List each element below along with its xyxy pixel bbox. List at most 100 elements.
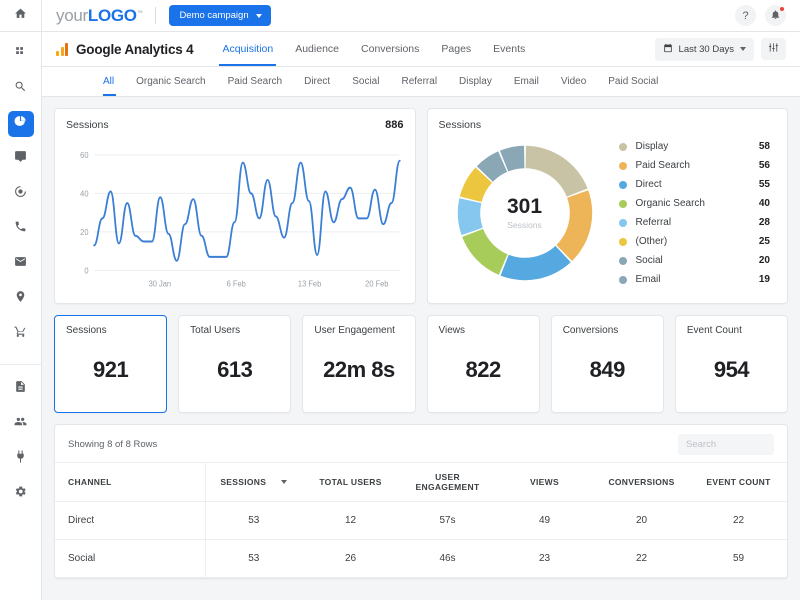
gear-icon xyxy=(14,485,27,503)
channels-table-card: Showing 8 of 8 Rows Search CHANNEL SESSI… xyxy=(54,424,788,579)
table-toolbar: Showing 8 of 8 Rows Search xyxy=(55,425,787,462)
col-channel-label: CHANNEL xyxy=(68,477,112,487)
home-button[interactable] xyxy=(0,0,41,32)
legend-row[interactable]: Social 20 xyxy=(618,251,770,270)
cell-conversions: 22 xyxy=(593,539,690,578)
col-conversions[interactable]: CONVERSIONS xyxy=(593,462,690,502)
charts-row: Sessions 886 0 20 40 60 30 Jan 6 Feb 13 Feb 20 … xyxy=(54,108,788,304)
col-user-engagement[interactable]: USER ENGAGEMENT xyxy=(399,462,496,502)
target-icon xyxy=(14,185,27,203)
kpi-card-sessions[interactable]: Sessions 921 xyxy=(54,315,168,413)
rail-item-search[interactable] xyxy=(8,76,34,102)
subtab-video[interactable]: Video xyxy=(550,67,597,96)
table-row[interactable]: Social 53 26 46s 23 22 59 xyxy=(55,539,787,578)
col-views[interactable]: VIEWS xyxy=(496,462,593,502)
tab-acquisition-label: Acquisition xyxy=(222,43,274,55)
subtab-referral[interactable]: Referral xyxy=(390,67,448,96)
col-total-users[interactable]: TOTAL USERS xyxy=(302,462,399,502)
search-icon xyxy=(14,80,27,98)
cell-event-count: 22 xyxy=(690,501,787,540)
kpi-value: 921 xyxy=(92,356,129,382)
subtab-email[interactable]: Email xyxy=(503,67,550,96)
kpi-value: 954 xyxy=(713,356,750,382)
legend-label: (Other) xyxy=(635,236,668,247)
kpi-label: Sessions xyxy=(66,325,107,336)
donut-chart-title: Sessions xyxy=(438,119,482,131)
table-header-row: CHANNEL SESSIONS TOTAL USERS USER ENGAGE… xyxy=(55,462,787,502)
kpi-card-total-users[interactable]: Total Users 613 xyxy=(178,315,292,413)
pie-chart-icon xyxy=(14,115,27,133)
dashboard-content: Sessions 886 0 20 40 60 30 Jan 6 Feb 13 Feb 20 … xyxy=(42,97,800,600)
subtab-direct[interactable]: Direct xyxy=(293,67,341,96)
subtab-paid-search-label: Paid Search xyxy=(227,76,283,87)
col-channel[interactable]: CHANNEL xyxy=(55,462,206,502)
svg-text:6 Feb: 6 Feb xyxy=(227,279,247,288)
rail-item-target[interactable] xyxy=(8,181,34,207)
rail-item-apps[interactable] xyxy=(8,41,34,67)
kpi-label: User Engagement xyxy=(314,325,395,336)
subtab-social[interactable]: Social xyxy=(341,67,390,96)
col-event-count[interactable]: EVENT COUNT xyxy=(690,462,787,502)
date-range-selector[interactable]: Last 30 Days xyxy=(654,37,754,61)
legend-row[interactable]: Direct 55 xyxy=(618,175,770,194)
legend-row[interactable]: (Other) 25 xyxy=(618,232,770,251)
subtab-organic-search[interactable]: Organic Search xyxy=(125,67,216,96)
table-body: Direct 53 12 57s 49 20 22 Social 53 26 46s 23 22 59 xyxy=(55,501,787,578)
subtab-paid-social[interactable]: Paid Social xyxy=(597,67,669,96)
kpi-card-user-engagement[interactable]: User Engagement 22m 8s xyxy=(302,315,416,413)
campaign-selector[interactable]: Demo campaign xyxy=(169,5,271,26)
col-conversions-label: CONVERSIONS xyxy=(608,477,675,487)
col-user-engagement-label: USER ENGAGEMENT xyxy=(415,472,480,492)
tab-events[interactable]: Events xyxy=(482,32,536,66)
legend-color-dot xyxy=(618,275,627,284)
rail-item-integrations[interactable] xyxy=(8,446,34,472)
tab-conversions[interactable]: Conversions xyxy=(350,32,430,66)
table-row[interactable]: Direct 53 12 57s 49 20 22 xyxy=(55,501,787,540)
legend-row[interactable]: Referral 28 xyxy=(618,213,770,232)
help-button[interactable]: ? xyxy=(735,5,756,26)
subtab-paid-search[interactable]: Paid Search xyxy=(217,67,293,96)
document-icon xyxy=(14,380,27,398)
legend-value: 25 xyxy=(758,236,770,247)
rail-item-audience[interactable] xyxy=(8,411,34,437)
legend-label: Email xyxy=(635,274,661,285)
kpi-card-views[interactable]: Views 822 xyxy=(426,315,540,413)
home-icon xyxy=(14,7,27,25)
legend-row[interactable]: Email 19 xyxy=(618,270,770,289)
legend-row[interactable]: Organic Search 40 xyxy=(618,194,770,213)
filter-button[interactable] xyxy=(761,38,786,60)
line-chart-header: Sessions 886 xyxy=(66,119,404,131)
rail-item-phone[interactable] xyxy=(8,216,34,242)
rail-item-analytics[interactable] xyxy=(7,111,34,137)
cell-user-engagement: 57s xyxy=(399,501,496,540)
sort-descending-icon xyxy=(281,480,288,484)
rail-item-location[interactable] xyxy=(8,286,34,312)
product-nav-bar: Google Analytics 4 Acquisition Audience … xyxy=(42,32,800,67)
donut-center-caption: Sessions xyxy=(507,220,542,230)
rail-item-settings[interactable] xyxy=(8,481,34,507)
subtab-all[interactable]: All xyxy=(56,67,125,96)
logo-divider xyxy=(155,7,157,24)
table-search-placeholder: Search xyxy=(686,439,717,450)
rail-item-reports[interactable] xyxy=(8,376,34,402)
chevron-down-icon xyxy=(255,13,262,18)
tab-acquisition[interactable]: Acquisition xyxy=(211,32,284,66)
kpi-card-conversions[interactable]: Conversions 849 xyxy=(550,315,664,413)
legend-row[interactable]: Display 58 xyxy=(618,137,770,156)
people-icon xyxy=(14,415,27,433)
kpi-value: 822 xyxy=(465,356,501,382)
subtab-display[interactable]: Display xyxy=(448,67,503,96)
tab-audience[interactable]: Audience xyxy=(284,32,350,66)
subtab-all-label: All xyxy=(103,76,115,87)
notifications-button[interactable] xyxy=(765,5,786,26)
rail-item-chat[interactable] xyxy=(8,146,34,172)
table-search-input[interactable]: Search xyxy=(678,434,774,455)
rail-item-ecommerce[interactable] xyxy=(8,321,34,347)
svg-text:60: 60 xyxy=(80,151,89,160)
legend-row[interactable]: Paid Search 56 xyxy=(618,156,770,175)
legend-color-dot xyxy=(618,142,627,151)
kpi-card-event-count[interactable]: Event Count 954 xyxy=(674,315,789,413)
tab-pages[interactable]: Pages xyxy=(430,32,482,66)
col-sessions[interactable]: SESSIONS xyxy=(205,462,302,502)
rail-item-email[interactable] xyxy=(8,251,34,277)
